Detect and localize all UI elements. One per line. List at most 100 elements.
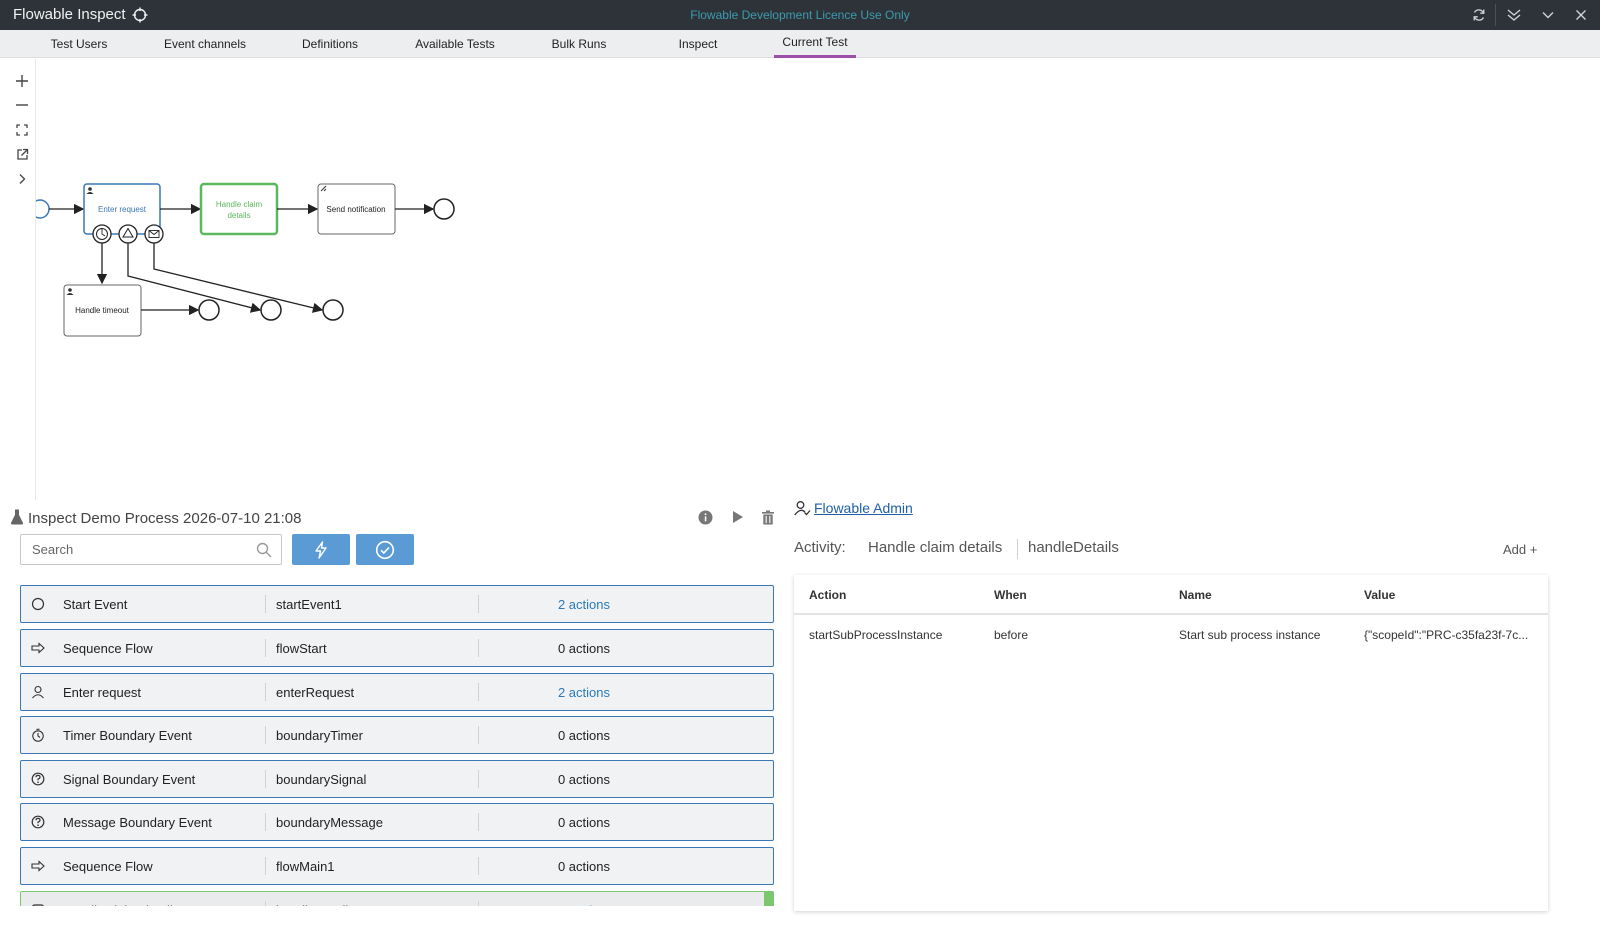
search-input[interactable] (21, 535, 241, 564)
step-row[interactable]: Enter request enterRequest 2 actions (20, 673, 774, 711)
step-id: boundaryTimer (276, 728, 363, 743)
cell-name: Start sub process instance (1179, 628, 1321, 642)
column-divider (265, 726, 266, 744)
search-field[interactable] (20, 534, 282, 565)
tab-inspect[interactable]: Inspect (665, 30, 731, 58)
column-header-value: Value (1364, 588, 1396, 602)
tab-event-channels[interactable]: Event channels (152, 30, 258, 58)
process-title: Inspect Demo Process 2026-07-10 21:08 (28, 510, 302, 527)
step-name: Timer Boundary Event (63, 728, 192, 743)
arrow-right-icon (31, 860, 45, 872)
cell-value: {"scopeId":"PRC-c35fa23f-7c... (1364, 628, 1529, 642)
flask-icon (10, 509, 24, 525)
step-name: Enter request (63, 685, 142, 700)
step-actions: 0 actions (557, 772, 611, 787)
timer-icon (32, 728, 44, 742)
trigger-button[interactable] (292, 534, 350, 565)
column-divider (265, 595, 266, 613)
fit-to-screen-icon[interactable] (13, 121, 31, 139)
tab-bulk-runs[interactable]: Bulk Runs (543, 30, 615, 58)
user-check-icon (794, 501, 811, 516)
bpmn-diagram: Enter request Handle claim details Send … (36, 182, 455, 337)
lightning-icon (315, 540, 327, 559)
step-row[interactable]: Sequence Flow flowMain1 0 actions (20, 847, 774, 885)
step-actions-link[interactable]: 2 actions (479, 597, 689, 612)
add-action-button[interactable]: Add + (1503, 542, 1537, 557)
close-icon[interactable] (1571, 5, 1591, 25)
task-handle-timeout[interactable]: Handle timeout (63, 284, 142, 337)
svg-text:Handle timeout: Handle timeout (75, 306, 130, 315)
step-actions-link[interactable]: 2 actions (479, 685, 689, 700)
play-icon[interactable] (728, 508, 746, 526)
end-event-signal (260, 299, 282, 321)
tab-current-test[interactable]: Current Test (774, 30, 856, 58)
step-name: Message Boundary Event (63, 815, 212, 830)
arrow-right-icon (31, 642, 45, 654)
step-name: Signal Boundary Event (63, 772, 196, 787)
cell-when: before (994, 628, 1029, 642)
step-list: Start Event startEvent1 2 actions Sequen… (19, 577, 789, 912)
column-divider (265, 683, 266, 701)
collapse-all-icon[interactable] (1504, 5, 1524, 25)
start-event-shape (36, 199, 50, 219)
step-id: flowStart (276, 641, 327, 656)
step-row[interactable]: Start Event startEvent1 2 actions (20, 585, 774, 623)
step-row[interactable]: Timer Boundary Event boundaryTimer 0 act… (20, 716, 774, 754)
licence-notice: Flowable Development Licence Use Only (690, 8, 910, 22)
cell-action: startSubProcessInstance (809, 628, 943, 642)
activity-id: handleDetails (1028, 539, 1119, 556)
user-icon (32, 685, 44, 699)
chevron-down-icon[interactable] (1538, 5, 1558, 25)
tab-available-tests[interactable]: Available Tests (405, 30, 505, 58)
activity-divider (1017, 539, 1018, 559)
column-header-when: When (994, 588, 1027, 602)
step-id: boundarySignal (276, 772, 367, 787)
step-actions: 0 actions (557, 859, 611, 874)
svg-text:Send notification: Send notification (326, 205, 385, 214)
search-icon (256, 542, 272, 558)
svg-text:Handle claim: Handle claim (216, 200, 263, 209)
step-actions: 0 actions (557, 641, 611, 656)
column-header-name: Name (1179, 588, 1212, 602)
step-name: Sequence Flow (63, 859, 153, 874)
actions-table: Action When Name Value startSubProcessIn… (794, 575, 1548, 911)
list-bottom-edge (0, 906, 800, 916)
activity-label: Activity: (794, 539, 846, 556)
column-divider (265, 857, 266, 875)
step-name: Sequence Flow (63, 641, 153, 656)
app-title: Flowable Inspect (13, 6, 126, 23)
column-header-action: Action (809, 588, 847, 602)
svg-text:Enter request: Enter request (98, 205, 147, 214)
column-divider (265, 770, 266, 788)
crosshair-icon[interactable] (132, 7, 148, 23)
info-icon[interactable] (696, 508, 714, 526)
task-handle-claim-details[interactable]: Handle claim details (199, 182, 279, 236)
step-row[interactable]: Signal Boundary Event boundarySignal 0 a… (20, 760, 774, 798)
refresh-icon[interactable] (1469, 5, 1489, 25)
svg-text:details: details (227, 211, 250, 220)
step-actions: 0 actions (557, 815, 611, 830)
step-row[interactable]: Sequence Flow flowStart 0 actions (20, 629, 774, 667)
step-id: boundaryMessage (276, 815, 383, 830)
trash-icon[interactable] (759, 508, 777, 526)
title-bar: Flowable Inspect Flowable Development Li… (0, 0, 1600, 30)
open-external-icon[interactable] (13, 145, 31, 163)
header-divider (794, 613, 1548, 615)
question-icon (31, 815, 45, 829)
step-row[interactable]: Message Boundary Event boundaryMessage 0… (20, 803, 774, 841)
user-name[interactable]: Flowable Admin (814, 500, 913, 516)
task-send-notification[interactable]: Send notification (317, 183, 396, 235)
chevron-right-icon[interactable] (13, 170, 31, 188)
circle-icon (31, 597, 45, 611)
check-circle-icon (375, 540, 395, 559)
zoom-in-icon[interactable] (13, 72, 31, 90)
step-actions: 0 actions (557, 728, 611, 743)
tab-definitions[interactable]: Definitions (290, 30, 370, 58)
complete-button[interactable] (356, 534, 414, 565)
tab-test-users[interactable]: Test Users (40, 30, 118, 58)
column-divider (265, 813, 266, 831)
step-id: enterRequest (276, 685, 355, 700)
end-event-main (433, 198, 455, 220)
zoom-out-icon[interactable] (13, 96, 31, 114)
activity-header: Activity: Handle claim details handleDet… (794, 539, 1119, 559)
